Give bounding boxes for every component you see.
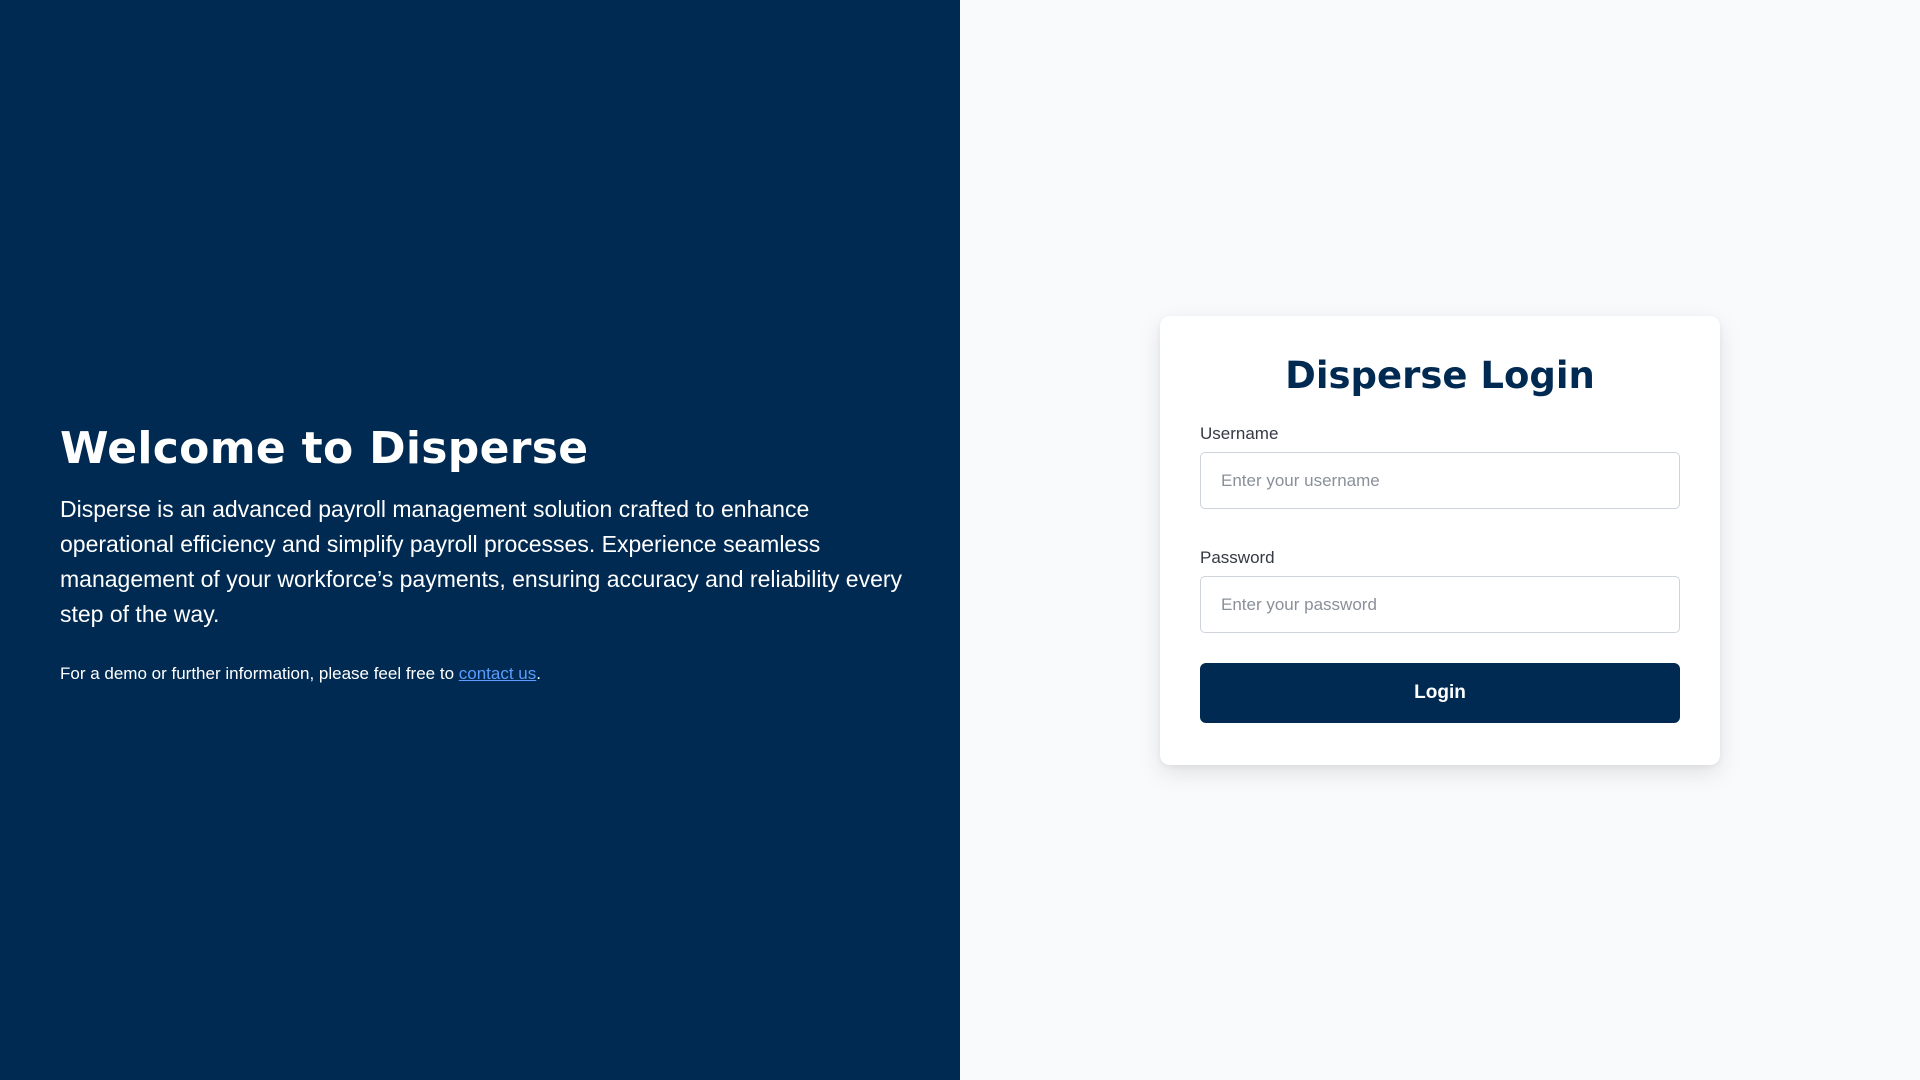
contact-prefix: For a demo or further information, pleas…: [60, 664, 459, 683]
password-label: Password: [1200, 548, 1275, 567]
welcome-title: Welcome to Disperse: [60, 423, 589, 474]
contact-suffix: .: [536, 664, 541, 683]
contact-line: For a demo or further information, pleas…: [60, 662, 910, 686]
login-card: Disperse Login Username Password Login: [1160, 316, 1720, 765]
welcome-panel: Welcome to Disperse Disperse is an advan…: [0, 0, 960, 1080]
password-input[interactable]: [1200, 576, 1680, 633]
contact-us-link[interactable]: contact us: [459, 664, 537, 683]
welcome-description: Disperse is an advanced payroll manageme…: [60, 496, 903, 627]
login-panel: Disperse Login Username Password Login: [960, 0, 1920, 1080]
password-field-group: Password: [1200, 548, 1680, 633]
login-title: Disperse Login: [1285, 354, 1595, 397]
username-field-group: Username: [1200, 424, 1680, 509]
login-page: Welcome to Disperse Disperse is an advan…: [0, 0, 1920, 1080]
username-input[interactable]: [1200, 452, 1680, 509]
login-button[interactable]: Login: [1200, 663, 1680, 723]
username-label: Username: [1200, 424, 1279, 443]
welcome-block: Welcome to Disperse Disperse is an advan…: [60, 418, 910, 686]
